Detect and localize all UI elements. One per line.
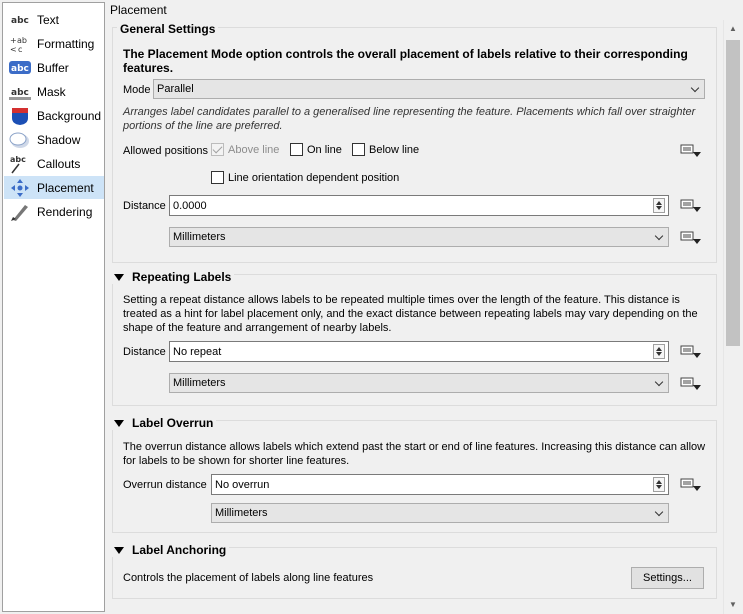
repeat-distance-value: No repeat — [173, 345, 222, 358]
shadow-icon — [9, 130, 31, 150]
page-title: Placement — [110, 3, 167, 17]
svg-text:abc: abc — [11, 64, 29, 74]
svg-text:abc: abc — [11, 16, 29, 26]
anchoring-settings-button[interactable]: Settings... — [631, 567, 704, 589]
label-overrun-header[interactable]: Label Overrun — [110, 416, 217, 430]
spin-arrows[interactable] — [653, 477, 665, 492]
scroll-up-icon[interactable]: ▲ — [728, 24, 738, 34]
repeat-distance-input[interactable]: No repeat — [169, 341, 669, 362]
sidebar-item-buffer[interactable]: abc Buffer — [4, 56, 104, 79]
sidebar-item-label: Text — [37, 12, 60, 27]
data-defined-override-icon[interactable] — [678, 140, 702, 160]
mode-select-value: Parallel — [157, 83, 194, 95]
sidebar-item-text[interactable]: abc Text — [4, 8, 104, 31]
chevron-down-icon — [690, 83, 700, 93]
sidebar-item-label: Background — [37, 108, 102, 123]
mode-select[interactable]: Parallel — [153, 79, 705, 99]
data-defined-override-icon[interactable] — [678, 341, 702, 361]
label-anchoring-description: Controls the placement of labels along l… — [123, 572, 374, 584]
overrun-units-select[interactable]: Millimeters — [211, 503, 669, 523]
sidebar-list[interactable]: abc Text + ab < c Formatting abc Buffer abc… — [2, 2, 105, 612]
distance-units-select[interactable]: Millimeters — [169, 227, 669, 247]
above-line-label: Above line — [228, 144, 280, 156]
rendering-icon — [9, 202, 31, 222]
sidebar-item-label: Rendering — [37, 204, 93, 219]
placement-icon — [9, 178, 31, 198]
chevron-down-icon — [654, 377, 664, 387]
mode-label: Mode — [123, 84, 151, 96]
sidebar-item-label: Callouts — [37, 156, 81, 171]
label-overrun-title: Label Overrun — [132, 416, 214, 430]
distance-units-value: Millimeters — [173, 231, 226, 243]
vertical-scrollbar[interactable]: ▲ ▼ — [723, 20, 741, 614]
sidebar-item-formatting[interactable]: + ab < c Formatting — [4, 32, 104, 55]
svg-text:abc: abc — [10, 155, 26, 164]
below-line-label: Below line — [369, 144, 420, 156]
overrun-distance-value: No overrun — [215, 478, 270, 491]
label-overrun-description: The overrun distance allows labels which… — [123, 441, 706, 467]
overrun-units-value: Millimeters — [215, 507, 268, 519]
distance-input[interactable]: 0.0000 — [169, 195, 669, 216]
svg-text:abc: abc — [11, 88, 29, 98]
sidebar-item-label: Formatting — [37, 36, 95, 51]
data-defined-override-icon[interactable] — [678, 474, 702, 494]
repeating-labels-description: Setting a repeat distance allows labels … — [123, 294, 698, 334]
spin-arrows[interactable] — [653, 344, 665, 359]
spin-arrows[interactable] — [653, 198, 665, 213]
svg-text:<: < — [10, 45, 17, 54]
background-icon — [9, 106, 31, 126]
callouts-icon: abc — [9, 154, 31, 174]
sidebar-item-label: Buffer — [37, 60, 69, 75]
sidebar-item-label: Mask — [37, 84, 66, 99]
sidebar-item-shadow[interactable]: Shadow — [4, 128, 104, 151]
formatting-icon: + ab < c — [9, 34, 31, 54]
sidebar-item-label: Placement — [37, 180, 94, 195]
line-orientation-label: Line orientation dependent position — [228, 172, 400, 184]
sidebar-item-placement[interactable]: Placement — [4, 176, 104, 199]
data-defined-override-icon[interactable] — [678, 195, 702, 215]
line-orientation-checkbox[interactable] — [211, 171, 224, 184]
repeating-labels-header[interactable]: Repeating Labels — [110, 270, 235, 284]
repeat-distance-label: Distance — [123, 346, 166, 358]
sidebar-item-mask[interactable]: abc Mask — [4, 80, 104, 103]
general-settings-title: General Settings — [117, 22, 219, 36]
collapse-triangle-icon[interactable] — [114, 273, 124, 281]
repeating-labels-title: Repeating Labels — [132, 270, 232, 284]
sidebar-item-callouts[interactable]: abc Callouts — [4, 152, 104, 175]
placement-mode-intro: The Placement Mode option controls the o… — [123, 47, 688, 75]
above-line-checkbox[interactable] — [211, 143, 224, 156]
allowed-positions-label: Allowed positions — [123, 145, 208, 157]
mask-icon: abc — [9, 82, 31, 102]
chevron-down-icon — [654, 231, 664, 241]
below-line-checkbox[interactable] — [352, 143, 365, 156]
label-anchoring-title: Label Anchoring — [132, 543, 227, 557]
svg-text:ab: ab — [17, 36, 27, 45]
sidebar-item-background[interactable]: Background — [4, 104, 104, 127]
sidebar-item-rendering[interactable]: Rendering — [4, 200, 104, 223]
data-defined-override-icon[interactable] — [678, 373, 702, 393]
collapse-triangle-icon[interactable] — [114, 419, 124, 427]
repeat-units-value: Millimeters — [173, 377, 226, 389]
label-anchoring-header[interactable]: Label Anchoring — [110, 543, 230, 557]
overrun-distance-label: Overrun distance — [123, 479, 207, 491]
sidebar-item-label: Shadow — [37, 132, 81, 147]
distance-value: 0.0000 — [173, 199, 207, 212]
data-defined-override-icon[interactable] — [678, 227, 702, 247]
scroll-down-icon[interactable]: ▼ — [728, 600, 738, 610]
collapse-triangle-icon[interactable] — [114, 546, 124, 554]
distance-label: Distance — [123, 200, 166, 212]
buffer-icon: abc — [9, 58, 31, 78]
abc-text-icon: abc — [9, 10, 31, 30]
on-line-label: On line — [307, 144, 342, 156]
svg-text:c: c — [18, 45, 22, 54]
on-line-checkbox[interactable] — [290, 143, 303, 156]
chevron-down-icon — [654, 507, 664, 517]
svg-text:+: + — [10, 36, 17, 45]
repeat-units-select[interactable]: Millimeters — [169, 373, 669, 393]
scrollbar-thumb[interactable] — [726, 40, 740, 346]
mode-description: Arranges label candidates parallel to a … — [123, 106, 696, 132]
overrun-distance-input[interactable]: No overrun — [211, 474, 669, 495]
